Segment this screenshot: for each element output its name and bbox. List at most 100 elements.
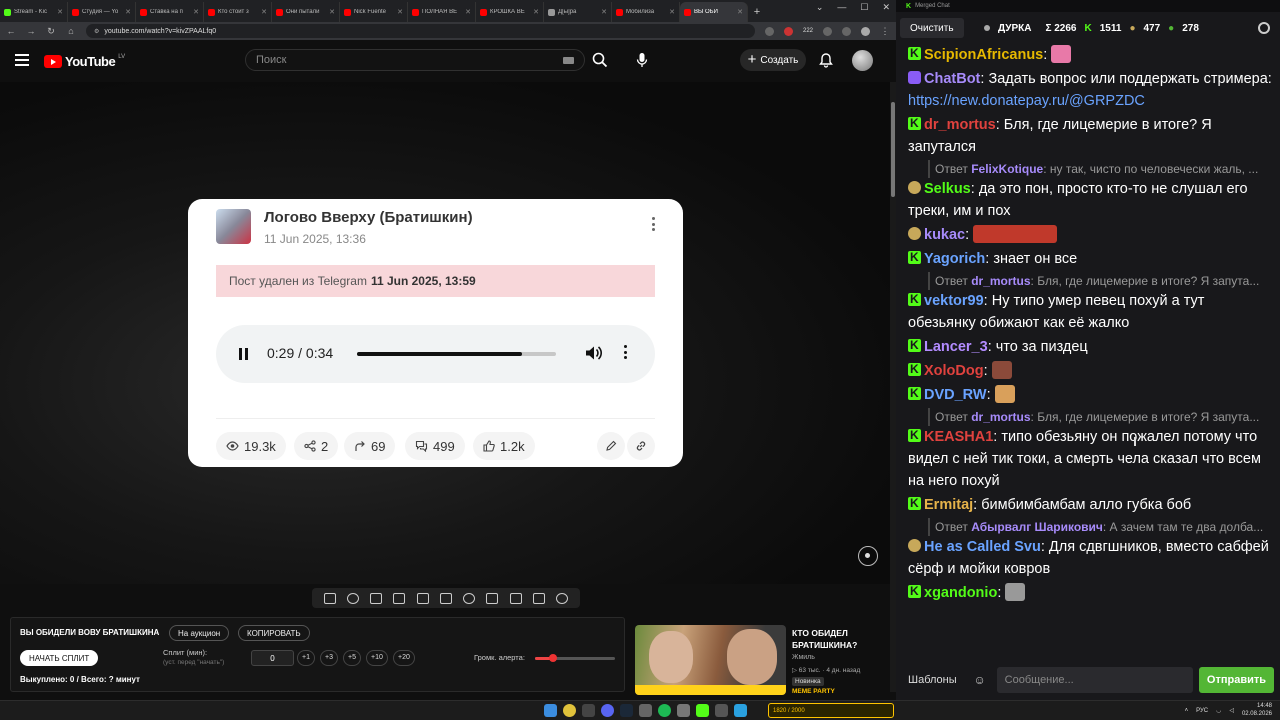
reload-icon[interactable]: ↻: [46, 26, 56, 37]
url-field[interactable]: ⚙ youtube.com/watch?v=kivZPAALfq0: [86, 24, 755, 38]
home-icon[interactable]: ⌂: [66, 26, 76, 36]
create-button[interactable]: + Создать: [740, 49, 806, 71]
screen-record-icon[interactable]: [370, 592, 383, 604]
tray-chevron-icon[interactable]: ˄: [1185, 708, 1189, 714]
chat-username[interactable]: vektor99: [924, 293, 984, 309]
language-indicator[interactable]: РУС: [1196, 708, 1208, 714]
gear-icon[interactable]: [556, 592, 569, 604]
chrome-icon[interactable]: [563, 704, 576, 717]
add-box-icon[interactable]: [486, 592, 499, 604]
youtube-logo[interactable]: YouTube LV: [44, 54, 125, 69]
clear-chat-button[interactable]: Очистить: [900, 18, 964, 38]
emoji-icon[interactable]: ☺: [969, 667, 991, 693]
film-strip-icon[interactable]: [439, 592, 452, 604]
tab-close-icon[interactable]: ✕: [669, 8, 675, 16]
reply-context[interactable]: Ответ dr_mortus: Бля, где лицемерие в ит…: [928, 408, 1272, 426]
reply-context[interactable]: Ответ FelixKotique: ну так, чисто по чел…: [928, 160, 1272, 178]
chat-username[interactable]: XoloDog: [924, 363, 984, 379]
tab-close-icon[interactable]: ✕: [57, 8, 63, 16]
chat-message-input[interactable]: [996, 667, 1193, 693]
post-more-icon[interactable]: [652, 217, 656, 233]
browser-tab[interactable]: ВЫ ОБИ ✕: [680, 2, 748, 22]
edit-button[interactable]: [597, 432, 625, 460]
steam-icon[interactable]: [620, 704, 633, 717]
search-input[interactable]: [256, 54, 563, 66]
alert-volume-slider[interactable]: [535, 654, 615, 662]
voice-search-button[interactable]: [631, 49, 653, 71]
reply-context[interactable]: Ответ dr_mortus: Бля, где лицемерие в ит…: [928, 272, 1272, 290]
split-minutes-input[interactable]: 0: [251, 650, 294, 666]
tab-close-icon[interactable]: ✕: [601, 8, 607, 16]
keyboard-icon[interactable]: [563, 56, 574, 64]
hamburger-menu-icon[interactable]: [15, 54, 29, 66]
profile-icon[interactable]: [861, 26, 870, 36]
windows-start-icon[interactable]: [544, 704, 557, 717]
split-increment-button[interactable]: +3: [320, 650, 338, 666]
tab-close-icon[interactable]: ✕: [125, 8, 131, 16]
tab-search-icon[interactable]: ⌄: [816, 2, 824, 13]
close-window-button[interactable]: ✕: [882, 2, 890, 13]
chat-username[interactable]: DVD_RW: [924, 387, 987, 403]
link-button[interactable]: [627, 432, 655, 460]
split-increment-button[interactable]: +10: [366, 650, 388, 666]
browser-tab[interactable]: ПОЛНАЯ ВЕ ✕: [408, 2, 476, 22]
forwards-stat[interactable]: 69: [344, 432, 396, 460]
tab-close-icon[interactable]: ✕: [261, 8, 267, 16]
chat-username[interactable]: KEASHA1: [924, 429, 993, 445]
minimize-button[interactable]: —: [837, 2, 846, 13]
extension-icon[interactable]: [783, 26, 793, 36]
tab-close-icon[interactable]: ✕: [533, 8, 539, 16]
spotify-icon[interactable]: [658, 704, 671, 717]
templates-button[interactable]: Шаблоны: [902, 667, 963, 693]
discord-icon[interactable]: [601, 704, 614, 717]
chat-settings-icon[interactable]: [1258, 22, 1270, 34]
tab-close-icon[interactable]: ✕: [329, 8, 335, 16]
chat-username[interactable]: Yagorich: [924, 251, 985, 267]
audio-more-icon[interactable]: [624, 345, 628, 361]
search-button[interactable]: [586, 49, 614, 71]
notifications-bell-icon[interactable]: [818, 52, 834, 68]
camera-icon[interactable]: [509, 592, 522, 604]
system-clock[interactable]: 14:48 02.08.2026: [1242, 703, 1272, 718]
kick-app-icon[interactable]: [696, 704, 709, 717]
copy-button[interactable]: КОПИРОВАТЬ: [238, 625, 310, 641]
start-split-button[interactable]: НАЧАТЬ СПЛИТ: [20, 650, 99, 666]
chat-username[interactable]: ScipionAfricanus: [924, 47, 1043, 63]
tab-close-icon[interactable]: ✕: [193, 8, 199, 16]
extension-icon[interactable]: [764, 26, 774, 36]
chat-username[interactable]: Lancer_3: [924, 339, 988, 355]
browser-tab[interactable]: Nick Fuente ✕: [340, 2, 408, 22]
app-icon[interactable]: [715, 704, 728, 717]
loop-icon[interactable]: [323, 592, 336, 604]
speaker-icon[interactable]: ◁: [1229, 707, 1234, 714]
browser-tab[interactable]: Студия — Yo ✕: [68, 2, 136, 22]
browser-tab[interactable]: Stream - Kic ✕: [0, 2, 68, 22]
chat-username[interactable]: Selkus: [924, 181, 971, 197]
browser-tab[interactable]: КРОШКА ВЕ ✕: [476, 2, 544, 22]
split-increment-button[interactable]: +5: [343, 650, 361, 666]
speed-gauge-icon[interactable]: [463, 592, 476, 604]
split-increment-button[interactable]: +1: [297, 650, 315, 666]
forward-icon[interactable]: →: [26, 26, 36, 36]
auction-button[interactable]: На аукцион: [169, 625, 230, 641]
browser-tab[interactable]: Кто стоит з ✕: [204, 2, 272, 22]
tab-close-icon[interactable]: ✕: [465, 8, 471, 16]
new-tab-button[interactable]: +: [748, 2, 766, 22]
chat-username[interactable]: dr_mortus: [924, 117, 996, 133]
broadcast-icon[interactable]: [346, 592, 359, 604]
flask-icon[interactable]: [533, 592, 546, 604]
maximize-button[interactable]: ☐: [860, 2, 868, 13]
video-channel[interactable]: Жмиль: [792, 654, 815, 661]
player-overlay-button[interactable]: [858, 546, 878, 566]
chat-username[interactable]: xgandonio: [924, 585, 997, 601]
chat-username[interactable]: kukac: [924, 227, 965, 243]
browser-tab[interactable]: Ставка на п ✕: [136, 2, 204, 22]
browser-tab[interactable]: Мобилиза ✕: [612, 2, 680, 22]
back-icon[interactable]: ←: [6, 26, 16, 36]
clapper-icon[interactable]: [393, 592, 406, 604]
app-icon[interactable]: [677, 704, 690, 717]
telegram-icon[interactable]: [734, 704, 747, 717]
comments-stat[interactable]: 499: [405, 432, 465, 460]
chat-link[interactable]: https://new.donatepay.ru/@GRPZDC: [908, 93, 1145, 109]
video-thumbnail[interactable]: [635, 625, 786, 695]
